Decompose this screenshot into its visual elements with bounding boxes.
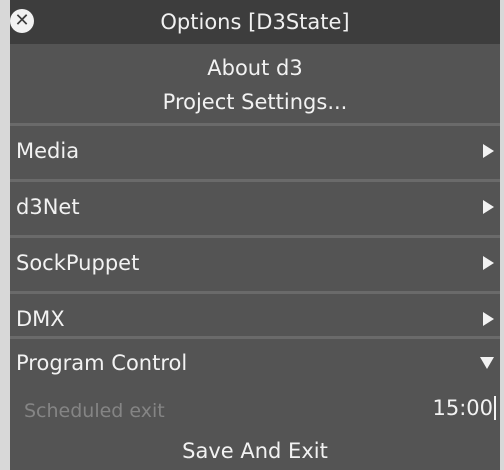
menu-item-label: SockPuppet: [16, 251, 140, 275]
scheduled-exit-input[interactable]: 15:00: [432, 396, 496, 420]
menu-item-label: DMX: [16, 307, 65, 331]
menu-item-program-control[interactable]: Program Control: [10, 338, 500, 388]
scheduled-exit-row: Scheduled exit 15:00: [10, 386, 500, 436]
chevron-right-icon: [483, 312, 494, 326]
close-button[interactable]: ✕: [10, 9, 34, 33]
menu-item-media[interactable]: Media: [10, 126, 500, 176]
chevron-right-icon: [483, 200, 494, 214]
project-settings-button[interactable]: Project Settings...: [10, 90, 500, 114]
chevron-right-icon: [483, 256, 494, 270]
menu-item-label: Media: [16, 139, 80, 163]
menu-item-d3net[interactable]: d3Net: [10, 182, 500, 232]
menu-item-sockpuppet[interactable]: SockPuppet: [10, 238, 500, 288]
scheduled-exit-value: 15:00: [432, 396, 493, 420]
save-and-exit-button[interactable]: Save And Exit: [10, 436, 500, 470]
options-panel: Options [D3State] ✕ About d3 Project Set…: [10, 0, 500, 470]
title-bar[interactable]: Options [D3State]: [10, 0, 500, 44]
scheduled-exit-label: Scheduled exit: [24, 400, 165, 422]
text-cursor: [494, 396, 496, 420]
chevron-right-icon: [483, 144, 494, 158]
menu-item-label: Program Control: [16, 351, 188, 375]
menu-item-label: d3Net: [16, 195, 80, 219]
close-icon: ✕: [14, 10, 30, 31]
about-d3-button[interactable]: About d3: [10, 56, 500, 80]
window-title: Options [D3State]: [160, 10, 350, 34]
chevron-down-icon: [480, 357, 494, 369]
